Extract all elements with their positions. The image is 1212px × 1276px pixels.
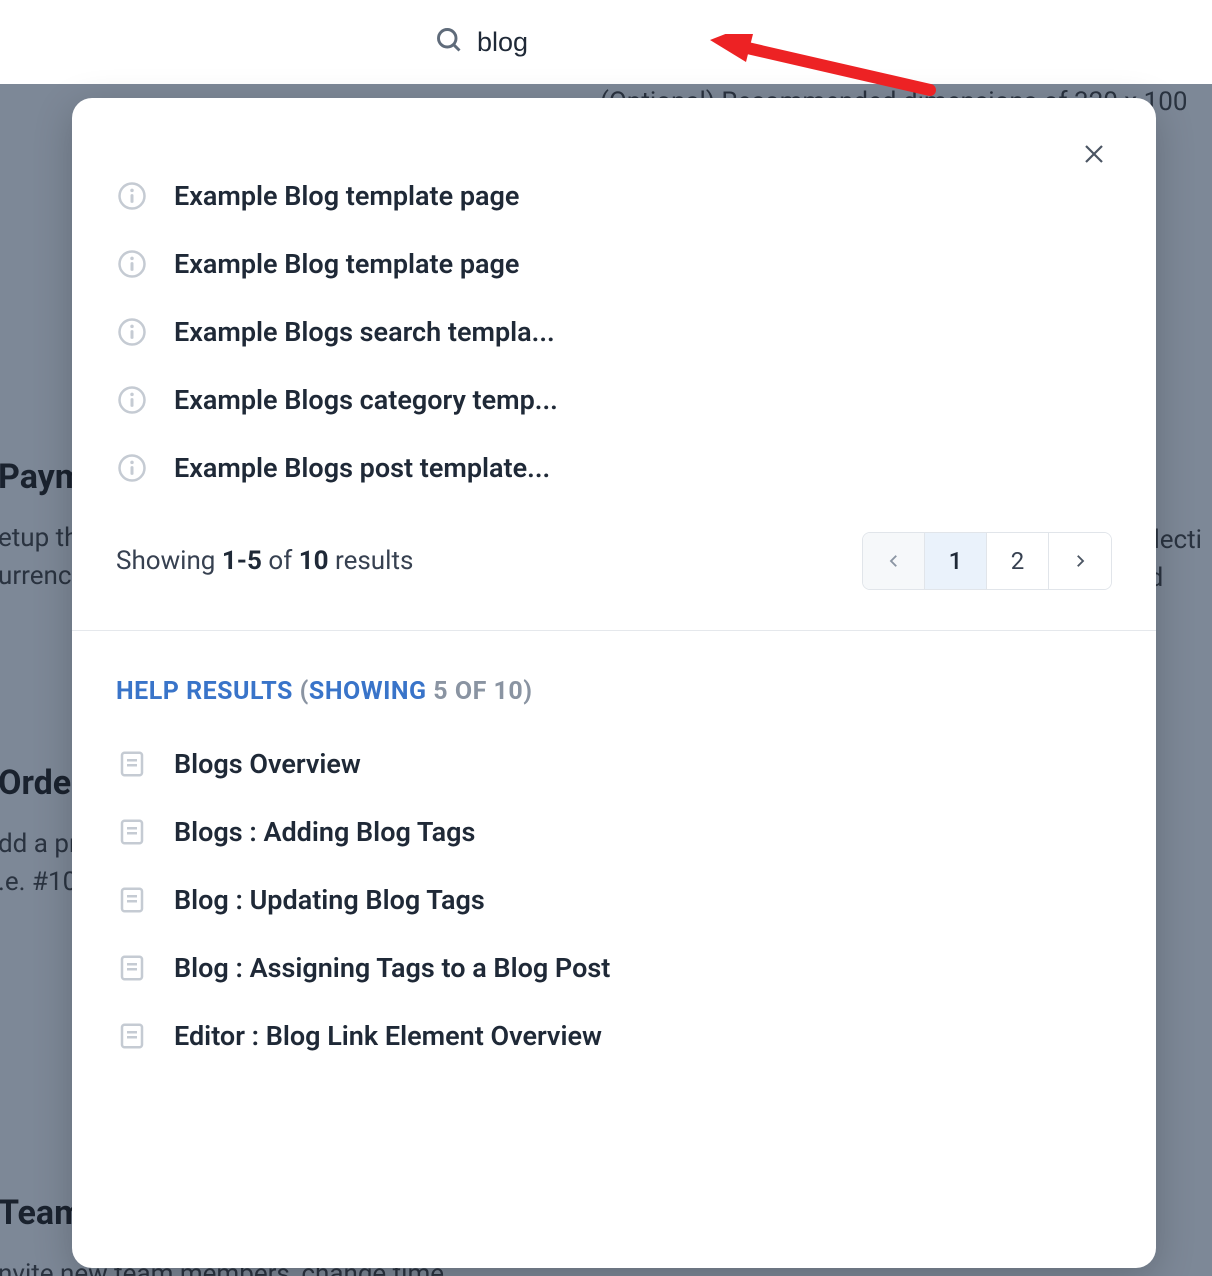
result-item[interactable]: Example Blogs search templa... <box>116 298 1112 366</box>
chevron-left-icon <box>885 552 903 570</box>
help-result-item[interactable]: Blogs Overview <box>116 730 1112 798</box>
page-results-section: Example Blog template page Example Blog … <box>72 98 1156 502</box>
pager-page-2[interactable]: 2 <box>987 533 1049 589</box>
result-item[interactable]: Example Blog template page <box>116 162 1112 230</box>
bg-text: dd a pr <box>0 826 78 862</box>
result-item[interactable]: Example Blogs category temp... <box>116 366 1112 434</box>
help-result-item[interactable]: Blogs : Adding Blog Tags <box>116 798 1112 866</box>
document-icon <box>116 884 148 916</box>
help-result-label: Blog : Updating Blog Tags <box>174 884 485 916</box>
showing-text: Showing 1-5 of 10 results <box>116 546 413 576</box>
bg-text: urrenci <box>0 558 78 594</box>
help-result-item[interactable]: Blog : Updating Blog Tags <box>116 866 1112 934</box>
info-icon <box>116 316 148 348</box>
pager: 1 2 <box>862 532 1112 590</box>
result-label: Example Blog template page <box>174 248 519 280</box>
bg-text: .e. #10 <box>0 864 77 900</box>
help-results-header: HELP RESULTS (SHOWING 5 OF 10) <box>116 677 1112 706</box>
info-icon <box>116 180 148 212</box>
document-icon <box>116 952 148 984</box>
close-button[interactable] <box>1080 140 1108 168</box>
result-item[interactable]: Example Blogs post template... <box>116 434 1112 502</box>
bg-text: etup th <box>0 520 79 556</box>
info-icon <box>116 248 148 280</box>
pager-next[interactable] <box>1049 533 1111 589</box>
help-result-label: Blogs : Adding Blog Tags <box>174 816 475 848</box>
help-result-label: Editor : Blog Link Element Overview <box>174 1020 602 1052</box>
help-result-label: Blog : Assigning Tags to a Blog Post <box>174 952 610 984</box>
search-results-modal: Example Blog template page Example Blog … <box>72 98 1156 1268</box>
result-label: Example Blog template page <box>174 180 519 212</box>
help-result-item[interactable]: Blog : Assigning Tags to a Blog Post <box>116 934 1112 1002</box>
info-icon <box>116 452 148 484</box>
search-input[interactable] <box>477 27 777 58</box>
document-icon <box>116 1020 148 1052</box>
help-result-item[interactable]: Editor : Blog Link Element Overview <box>116 1002 1112 1070</box>
bg-heading-order: Order <box>0 760 84 808</box>
pager-prev[interactable] <box>863 533 925 589</box>
info-icon <box>116 384 148 416</box>
chevron-right-icon <box>1071 552 1089 570</box>
result-label: Example Blogs category temp... <box>174 384 558 416</box>
search-bar <box>0 0 1212 84</box>
result-item[interactable]: Example Blog template page <box>116 230 1112 298</box>
document-icon <box>116 816 148 848</box>
help-result-label: Blogs Overview <box>174 748 361 780</box>
search-icon <box>435 26 463 58</box>
pagination-row: Showing 1-5 of 10 results 1 2 <box>72 502 1156 630</box>
help-results-section: HELP RESULTS (SHOWING 5 OF 10) Blogs Ove… <box>72 631 1156 1070</box>
result-label: Example Blogs search templa... <box>174 316 555 348</box>
document-icon <box>116 748 148 780</box>
pager-page-1[interactable]: 1 <box>925 533 987 589</box>
result-label: Example Blogs post template... <box>174 452 550 484</box>
